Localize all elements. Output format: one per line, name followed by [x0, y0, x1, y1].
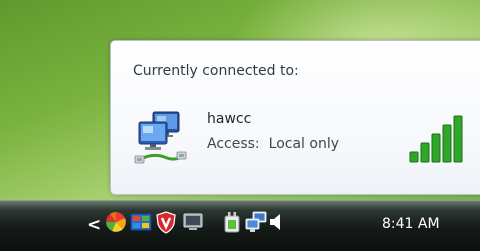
power-plug-icon[interactable] — [220, 210, 244, 234]
signal-strength-icon — [409, 115, 463, 163]
desktop-background: Currently connected to: hawcc Access: Loc… — [0, 0, 480, 251]
network-access-line: Access: Local only — [207, 136, 339, 152]
network-name: hawcc — [207, 111, 252, 127]
signal-bar-5 — [453, 115, 463, 163]
network-computers-icon[interactable] — [244, 210, 268, 234]
network-connection-icon — [134, 111, 187, 164]
security-shield-icon[interactable] — [154, 210, 178, 234]
show-hidden-icons-chevron-icon[interactable]: < — [87, 215, 101, 235]
network-status-flyout: Currently connected to: hawcc Access: Loc… — [110, 40, 480, 195]
pinwheel-app-icon[interactable] — [104, 210, 128, 234]
flyout-title: Currently connected to: — [133, 63, 299, 79]
access-value: Local only — [268, 136, 340, 152]
taskbar-clock[interactable]: 8:41 AM — [382, 216, 440, 232]
signal-bar-3 — [431, 133, 441, 163]
access-label: Access: — [207, 136, 260, 152]
signal-bar-4 — [442, 124, 452, 163]
windows-update-icon[interactable] — [129, 210, 153, 234]
taskbar: < 8:41 AM — [0, 200, 480, 251]
display-icon[interactable] — [181, 210, 205, 234]
signal-bar-2 — [420, 142, 430, 163]
signal-bar-1 — [409, 151, 419, 163]
volume-speaker-icon[interactable] — [266, 210, 290, 234]
